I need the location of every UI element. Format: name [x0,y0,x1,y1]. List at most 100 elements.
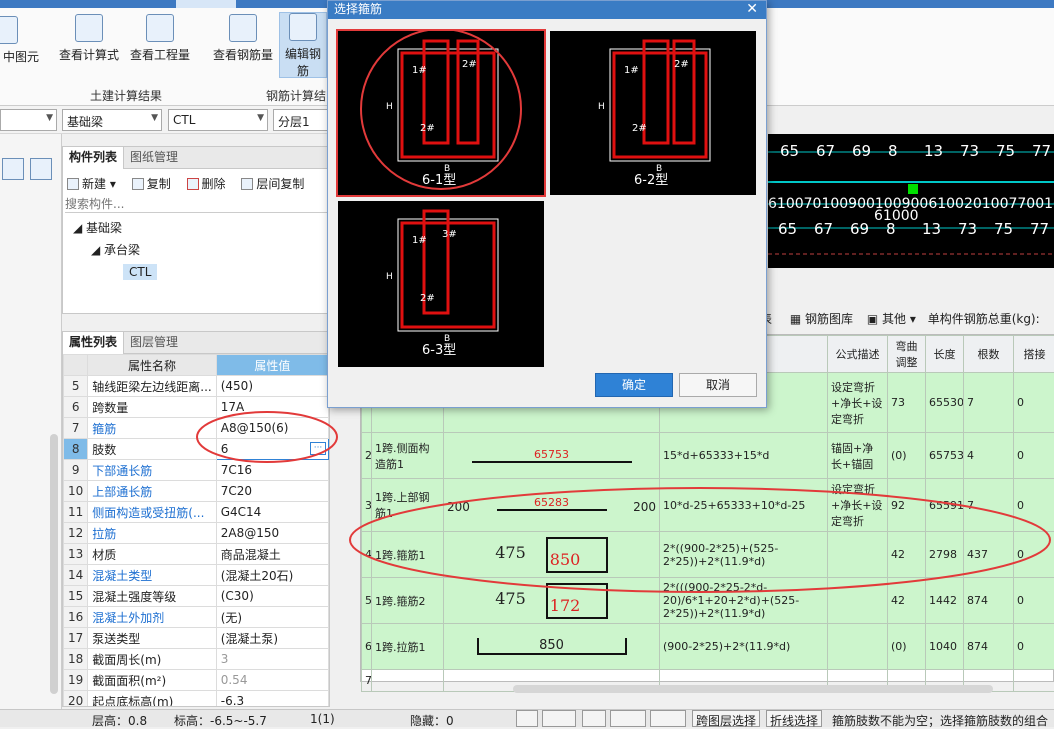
property-value[interactable]: (450) [216,376,328,397]
property-value[interactable]: 17A [216,397,328,418]
property-value[interactable]: (混凝土泵) [216,628,328,649]
stirrup-option-3[interactable]: 1#3#2#HB6-3型 [338,201,544,367]
tab-property-list[interactable]: 属性列表 [63,332,124,354]
grid-cell-shape[interactable]: 475172 [444,578,660,624]
delete-button[interactable]: 删除 [187,175,226,192]
property-value[interactable]: 0.54 [216,670,328,691]
select-element-button[interactable]: 中图元 [0,16,42,78]
grid-row[interactable]: 31跨.上部钢筋12002006528310*d-25+65333+10*d-2… [362,479,1054,532]
property-value[interactable]: 7C20 [216,481,328,502]
property-row[interactable]: 9下部通长筋7C16 [64,460,329,481]
floor-copy-button[interactable]: 层间复制 [241,175,304,192]
snap-icon[interactable] [516,710,538,727]
property-row[interactable]: 20起点底标高(m)-6.3 [64,691,329,708]
name-dropdown[interactable]: CTL▼ [168,109,268,131]
property-row[interactable]: 10上部通长筋7C20 [64,481,329,502]
stirrup-option-1[interactable]: 1#2#2#HB6-1型 [338,31,544,195]
grid-row[interactable]: 41跨.箍筋14758502*((900-2*25)+(525-2*25))+2… [362,532,1054,578]
type-dropdown[interactable]: 基础梁▼ [62,109,162,131]
grid-header-length: 长度 [926,336,964,373]
copy-button[interactable]: 复制 [132,175,171,192]
search-input[interactable] [65,195,327,213]
property-row[interactable]: 11侧面构造或受扭筋(...G4C14 [64,502,329,523]
view-rebar-button[interactable]: 查看钢筋量 [208,14,278,76]
stirrup-option-2[interactable]: 1#2#2#HB6-2型 [550,31,756,195]
grid-cell-count: 874 [964,578,1014,624]
property-value[interactable]: 2A8@150 [216,523,328,544]
property-value[interactable]: 6··· [216,439,328,460]
grid-rows: ...d-25设定弯折+净长+设定弯折73655307021跨.侧面构造筋165… [362,373,1054,692]
property-row[interactable]: 8肢数6··· [64,439,329,460]
grid-cell-shape[interactable]: 65753 [444,433,660,479]
property-row[interactable]: 12拉筋2A8@150 [64,523,329,544]
grid-cell-name: 1跨.上部钢筋1 [372,479,444,532]
ok-button[interactable]: 确定 [595,373,673,397]
property-value[interactable]: -6.3 [216,691,328,708]
floor-copy-icon [241,178,253,190]
property-value[interactable]: (C30) [216,586,328,607]
property-row[interactable]: 18截面周长(m)3 [64,649,329,670]
grid-cell-desc: 锚固+净长+锚固 [828,433,888,479]
property-row[interactable]: 5轴线距梁左边线距离...(450) [64,376,329,397]
layer-select-button[interactable]: 跨图层选择 [692,710,760,727]
close-icon[interactable]: ✕ [746,1,758,17]
property-value[interactable]: A8@150(6) [216,418,328,439]
grid-cell-n: 7 [362,670,372,692]
highlight-circle [361,31,521,189]
ellipsis-button[interactable]: ··· [310,442,326,455]
property-row[interactable]: 7箍筋A8@150(6) [64,418,329,439]
property-name: 混凝土强度等级 [88,586,216,607]
canvas-axis-label-lower: 77 [1030,220,1049,238]
view-quantity-button[interactable]: 查看工程量 [126,14,194,76]
grid-row[interactable]: 61跨.拉筋1850(900-2*25)+2*(11.9*d)(0)104087… [362,624,1054,670]
tree-node-child[interactable]: ◢ 承台梁 [73,239,329,261]
new-button[interactable]: 新建 ▾ [67,175,116,192]
rect-select-icon[interactable] [542,710,576,727]
property-value[interactable]: G4C14 [216,502,328,523]
property-row[interactable]: 16混凝土外加剂(无) [64,607,329,628]
grid-cell-bend: (0) [888,624,926,670]
grid-cell-shape[interactable]: 475850 [444,532,660,578]
floor-dropdown[interactable]: 分层1 [273,109,330,131]
drawing-canvas[interactable]: 6100701009001009006100201007700100200 61… [768,134,1054,268]
shape-length: 850 [477,638,627,655]
stirrup-shape-icon: 172 [546,583,608,619]
property-row[interactable]: 17泵送类型(混凝土泵) [64,628,329,649]
grid-row[interactable]: 21跨.侧面构造筋16575315*d+65333+15*d锚固+净长+锚固(0… [362,433,1054,479]
property-value[interactable]: 7C16 [216,460,328,481]
grid-view-icon[interactable] [30,158,52,180]
property-value[interactable]: 商品混凝土 [216,544,328,565]
view-formula-button[interactable]: 查看计算式 [56,14,122,76]
offset-icon[interactable] [650,710,686,727]
name-value: CTL [173,113,195,127]
tree-node-root[interactable]: ◢ 基础梁 [73,217,329,239]
property-row[interactable]: 19截面面积(m²)0.54 [64,670,329,691]
list-view-icon[interactable] [2,158,24,180]
property-row[interactable]: 14混凝土类型(混凝土20石) [64,565,329,586]
property-value[interactable]: (无) [216,607,328,628]
tree-node-leaf[interactable]: CTL [73,261,329,283]
tab-component-list[interactable]: 构件列表 [63,147,124,169]
property-row[interactable]: 15混凝土强度等级(C30) [64,586,329,607]
property-row[interactable]: 6跨数量17A [64,397,329,418]
property-value[interactable]: 3 [216,649,328,670]
polyline-select-button[interactable]: 折线选择 [766,710,822,727]
property-row-number: 13 [64,544,88,565]
property-value[interactable]: (混凝土20石) [216,565,328,586]
other-button[interactable]: ▣ 其他 ▾ [867,312,916,326]
edit-rebar-button[interactable]: 编辑钢筋 [279,12,327,78]
grid-cell-shape[interactable]: 20020065283 [444,479,660,532]
scrollbar[interactable] [50,434,58,694]
angle-icon[interactable] [610,710,646,727]
tab-drawing-manage[interactable]: 图纸管理 [124,147,184,169]
cross-icon[interactable] [582,710,606,727]
horizontal-scrollbar[interactable] [513,685,993,693]
ribbon-tab-active[interactable] [176,0,236,8]
tab-layer-manage[interactable]: 图层管理 [124,332,184,354]
category-dropdown[interactable]: ▼ [0,109,57,131]
property-row[interactable]: 13材质商品混凝土 [64,544,329,565]
rebar-library-button[interactable]: ▦ 钢筋图库 [790,312,853,326]
grid-cell-shape[interactable]: 850 [444,624,660,670]
grid-row[interactable]: 51跨.箍筋24751722*(((900-2*25-2*d-20)/6*1+2… [362,578,1054,624]
cancel-button[interactable]: 取消 [679,373,757,397]
